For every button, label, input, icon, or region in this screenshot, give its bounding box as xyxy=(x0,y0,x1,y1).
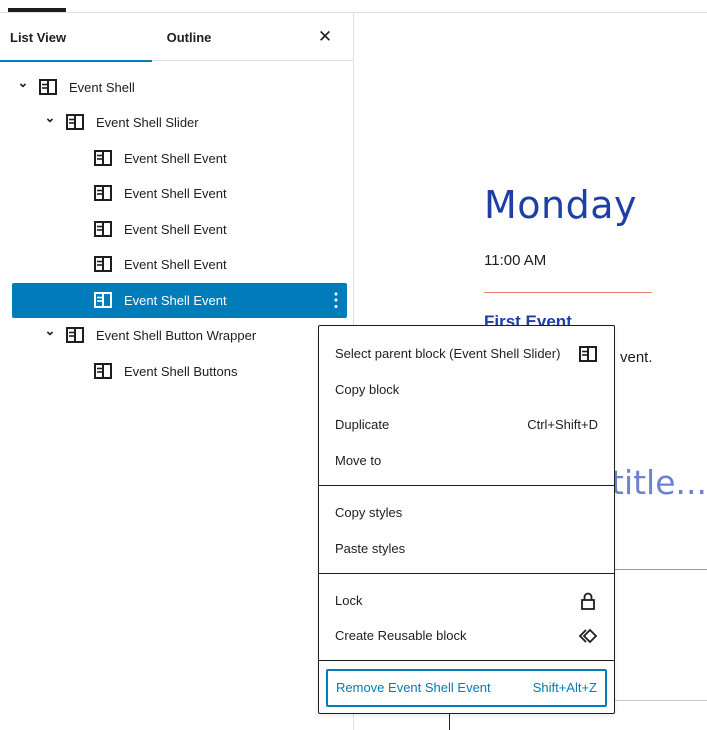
list-view-row[interactable]: ⌄ Event Shell xyxy=(0,70,353,105)
tab-list-view[interactable]: List View xyxy=(0,13,152,62)
chevron-down-icon[interactable]: ⌄ xyxy=(42,324,58,344)
block-icon xyxy=(94,292,112,308)
divider-line xyxy=(484,292,652,293)
list-view-row-label: Event Shell Event xyxy=(124,293,227,308)
tab-outline[interactable]: Outline xyxy=(152,13,226,61)
menu-item-label: Move to xyxy=(335,453,382,468)
copy-block-item[interactable]: Copy block xyxy=(327,372,606,407)
remove-block-item[interactable]: Remove Event Shell Event Shift+Alt+Z xyxy=(326,669,607,707)
reusable-block-icon xyxy=(578,628,598,644)
list-view-row-label: Event Shell xyxy=(69,80,135,95)
block-options-menu: Select parent block (Event Shell Slider)… xyxy=(318,325,615,714)
sidebar-tabs: List View Outline ✕ xyxy=(0,13,353,62)
list-view-row-label: Event Shell Event xyxy=(124,186,227,201)
list-view-row[interactable]: Event Shell Event xyxy=(0,212,353,247)
select-parent-block-item[interactable]: Select parent block (Event Shell Slider) xyxy=(327,336,606,371)
shortcut-text: Ctrl+Shift+D xyxy=(527,417,598,432)
chevron-down-icon[interactable]: ⌄ xyxy=(42,111,58,131)
divider-line xyxy=(610,700,707,701)
shortcut-text: Shift+Alt+Z xyxy=(532,680,597,695)
block-icon xyxy=(94,150,112,166)
menu-item-label: Remove Event Shell Event xyxy=(336,680,491,695)
block-icon xyxy=(579,346,597,362)
menu-item-label: Duplicate xyxy=(335,417,390,432)
lock-icon xyxy=(581,592,595,610)
day-heading[interactable]: Monday xyxy=(484,183,637,227)
list-view-row[interactable]: Event Shell Event xyxy=(0,247,353,282)
list-view-row[interactable]: ⌄ Event Shell Slider xyxy=(0,105,353,140)
menu-separator xyxy=(319,573,614,574)
subtitle-placeholder[interactable]: title... xyxy=(611,463,707,502)
event-time[interactable]: 11:00 AM xyxy=(484,252,546,269)
list-view-sidebar: List View Outline ✕ ⌄ Event Shell ⌄ Event S… xyxy=(0,13,354,730)
paste-styles-item[interactable]: Paste styles xyxy=(327,531,606,566)
list-view-row-label: Event Shell Button Wrapper xyxy=(96,328,257,343)
lock-item[interactable]: Lock xyxy=(327,583,606,618)
list-view-row[interactable]: Event Shell Buttons xyxy=(0,354,353,389)
block-icon xyxy=(94,221,112,237)
block-icon xyxy=(94,256,112,272)
menu-item-label: Paste styles xyxy=(335,541,406,556)
divider-line xyxy=(610,569,707,570)
list-view-row-label: Event Shell Buttons xyxy=(124,364,238,379)
move-to-item[interactable]: Move to xyxy=(327,443,606,478)
block-icon xyxy=(66,327,84,343)
menu-item-label: Create Reusable block xyxy=(335,628,467,643)
list-view-row[interactable]: Event Shell Event ⋮ xyxy=(12,283,347,318)
menu-separator xyxy=(319,485,614,486)
block-icon xyxy=(94,363,112,379)
list-view-row-label: Event Shell Slider xyxy=(96,115,199,130)
block-icon xyxy=(94,185,112,201)
block-icon xyxy=(66,114,84,130)
menu-separator xyxy=(319,660,614,661)
text-cursor xyxy=(449,713,450,730)
close-icon[interactable]: ✕ xyxy=(315,27,335,47)
event-description[interactable]: vent. xyxy=(620,349,653,366)
menu-item-label: Lock xyxy=(335,593,363,608)
menu-item-label: Select parent block (Event Shell Slider) xyxy=(335,346,561,361)
chevron-down-icon[interactable]: ⌄ xyxy=(15,76,31,96)
list-view-row[interactable]: Event Shell Event xyxy=(0,141,353,176)
copy-styles-item[interactable]: Copy styles xyxy=(327,495,606,530)
menu-item-label: Copy block xyxy=(335,382,400,397)
list-view-row-label: Event Shell Event xyxy=(124,257,227,272)
options-icon[interactable]: ⋮ xyxy=(327,283,345,317)
list-view-row[interactable]: ⌄ Event Shell Button Wrapper xyxy=(0,318,353,353)
duplicate-item[interactable]: Duplicate Ctrl+Shift+D xyxy=(327,407,606,442)
list-view-row[interactable]: Event Shell Event xyxy=(0,176,353,211)
list-view-row-label: Event Shell Event xyxy=(124,151,227,166)
menu-item-label: Copy styles xyxy=(335,505,403,520)
block-icon xyxy=(39,79,57,95)
list-view-row-label: Event Shell Event xyxy=(124,222,227,237)
create-reusable-block-item[interactable]: Create Reusable block xyxy=(327,618,606,653)
